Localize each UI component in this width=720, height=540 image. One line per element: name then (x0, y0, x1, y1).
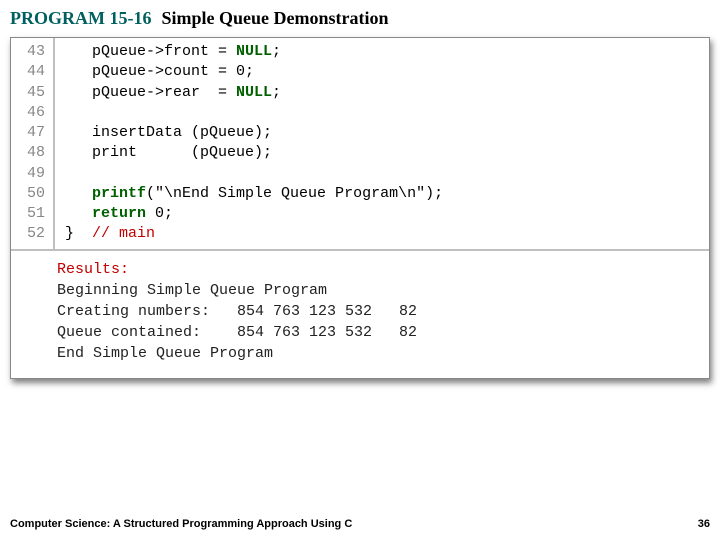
slide: PROGRAM 15-16 Simple Queue Demonstration… (0, 0, 720, 540)
program-title: Simple Queue Demonstration (161, 8, 388, 29)
line-number: 50 (17, 184, 45, 204)
line-number: 52 (17, 224, 45, 244)
footer: Computer Science: A Structured Programmi… (10, 518, 710, 530)
program-label: PROGRAM 15-16 (10, 8, 151, 29)
line-number: 43 (17, 42, 45, 62)
results-label: Results: (57, 261, 129, 278)
line-number-gutter: 43 44 45 46 47 48 49 50 51 52 (11, 38, 55, 249)
line-number: 46 (17, 103, 45, 123)
footer-left: Computer Science: A Structured Programmi… (10, 518, 352, 530)
code-area: 43 44 45 46 47 48 49 50 51 52 pQueue->fr… (11, 38, 709, 249)
line-number: 51 (17, 204, 45, 224)
results-area: Results: Beginning Simple Queue Program … (11, 249, 709, 378)
line-number: 45 (17, 83, 45, 103)
line-number: 48 (17, 143, 45, 163)
slide-title: PROGRAM 15-16 Simple Queue Demonstration (0, 0, 720, 33)
code-box: 43 44 45 46 47 48 49 50 51 52 pQueue->fr… (10, 37, 710, 379)
line-number: 49 (17, 164, 45, 184)
results-body: Beginning Simple Queue Program Creating … (57, 282, 417, 362)
code-content: pQueue->front = NULL; pQueue->count = 0;… (55, 38, 451, 249)
page-number: 36 (698, 518, 710, 530)
line-number: 44 (17, 62, 45, 82)
line-number: 47 (17, 123, 45, 143)
